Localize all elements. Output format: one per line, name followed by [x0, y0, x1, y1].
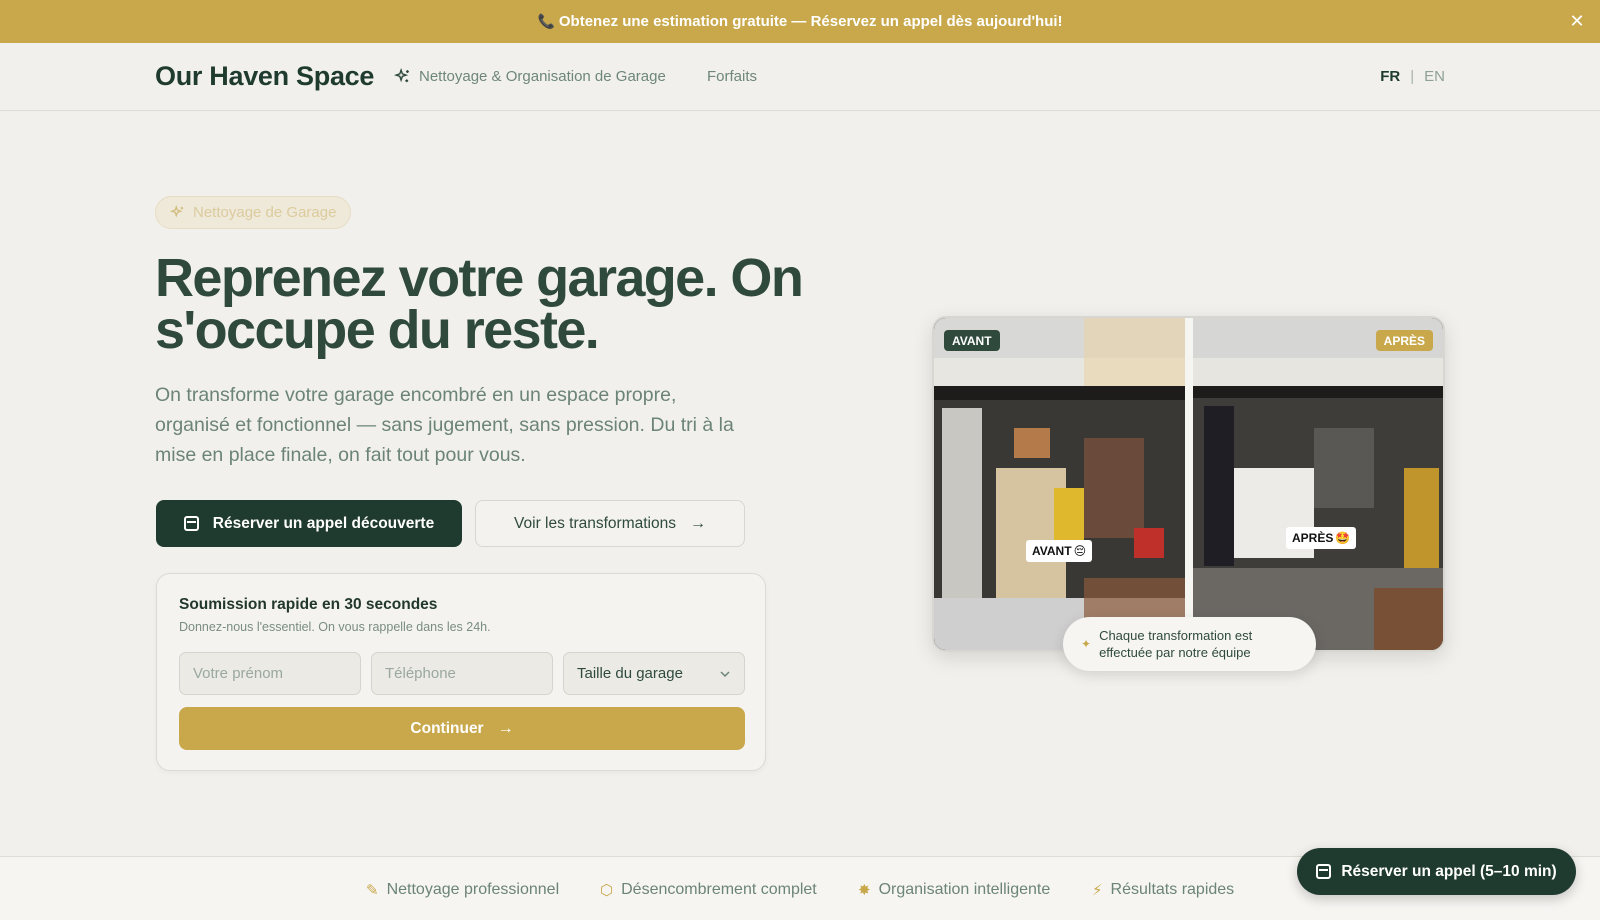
hero-headline: Reprenez votre garage. On s'occupe du re… [155, 248, 804, 360]
feature-label: Organisation intelligente [878, 881, 1051, 898]
arrow-right-icon: → [689, 514, 706, 532]
feature-item: ✸ Organisation intelligente [858, 881, 1050, 899]
banner-text: Obtenez une estimation gratuite — Réserv… [558, 13, 1063, 30]
hero-lead: On transforme votre garage encombré en u… [155, 384, 734, 466]
continue-button[interactable]: Continuer → [179, 707, 745, 750]
button-label: Réserver un appel (5–10 min) [1341, 862, 1557, 880]
phone-input[interactable] [385, 665, 539, 682]
calendar-icon [183, 516, 199, 531]
before-after-photo: AVANT APRÈS AVANT 😔 APRÈS 🤩 [932, 316, 1445, 652]
garage-photo-illustration [934, 318, 1443, 650]
brush-icon: ✎ [366, 882, 379, 899]
photo-caption: ✦ Chaque transformation est effectuée pa… [1063, 617, 1316, 671]
button-label: Continuer [410, 719, 484, 737]
hero-badge-label: Nettoyage de Garage [193, 204, 337, 221]
organize-icon: ✸ [858, 882, 871, 899]
after-sticker-label: APRÈS [1292, 531, 1334, 545]
main-nav: Our Haven Space Nettoyage & Organisation… [0, 43, 1600, 111]
quick-quote-card: Soumission rapide en 30 secondes Donnez-… [156, 573, 766, 771]
language-switcher: FR | EN [1380, 68, 1445, 85]
sparkle-icon [394, 68, 409, 83]
after-sticker: APRÈS 🤩 [1286, 527, 1357, 549]
nav-link-pricing[interactable]: Forfaits [707, 68, 757, 85]
happy-emoji-icon: 🤩 [1335, 531, 1351, 545]
logo[interactable]: Our Haven Space [155, 61, 374, 92]
phone-icon: 📞 [537, 13, 555, 29]
garage-size-select[interactable]: Taille du garage [563, 652, 745, 695]
after-tag: APRÈS [1375, 330, 1433, 351]
card-title: Soumission rapide en 30 secondes [179, 596, 438, 613]
feature-label: Nettoyage professionnel [386, 881, 560, 898]
feature-label: Résultats rapides [1110, 881, 1235, 898]
card-subtitle: Donnez-nous l'essentiel. On vous rappell… [179, 620, 491, 634]
lang-en[interactable]: EN [1424, 68, 1445, 85]
button-label: Voir les transformations [514, 514, 676, 532]
close-icon[interactable]: ✕ [1566, 10, 1588, 32]
announcement-banner: 📞 Obtenez une estimation gratuite — Rése… [0, 0, 1600, 43]
before-sticker-label: AVANT [1032, 544, 1072, 558]
sparkle-icon [170, 205, 184, 218]
lang-fr[interactable]: FR [1380, 68, 1400, 85]
before-sticker: AVANT 😔 [1026, 540, 1093, 562]
sad-emoji-icon: 😔 [1073, 544, 1087, 558]
garage-size-value: Taille du garage [577, 665, 683, 682]
feature-item: ⚡ Résultats rapides [1092, 881, 1234, 899]
first-name-field[interactable] [179, 652, 361, 695]
nav-link-garage-services[interactable]: Nettoyage & Organisation de Garage [394, 68, 666, 85]
lang-separator: | [1410, 68, 1415, 85]
feature-item: ⬡ Désencombrement complet [600, 881, 817, 899]
book-discovery-call-button[interactable]: Réserver un appel découverte [156, 500, 462, 547]
nav-link-label: Nettoyage & Organisation de Garage [419, 68, 666, 85]
arrow-right-icon: → [497, 719, 514, 737]
floating-book-call-button[interactable]: Réserver un appel (5–10 min) [1297, 848, 1576, 895]
calendar-icon [1316, 864, 1332, 879]
before-tag: AVANT [944, 330, 1000, 351]
hero-badge: Nettoyage de Garage [155, 196, 352, 229]
box-icon: ⬡ [600, 882, 614, 899]
phone-field[interactable] [371, 652, 553, 695]
photo-caption-text: Chaque transformation est effectuée par … [1099, 628, 1253, 660]
bolt-icon: ⚡ [1092, 882, 1103, 899]
nav-link-label: Forfaits [707, 68, 758, 85]
chevron-down-icon [720, 670, 730, 677]
first-name-input[interactable] [193, 665, 347, 682]
feature-label: Désencombrement complet [621, 881, 817, 898]
sparkle-icon: ✦ [1081, 636, 1092, 651]
feature-item: ✎ Nettoyage professionnel [366, 881, 559, 899]
view-transformations-button[interactable]: Voir les transformations → [475, 500, 745, 547]
button-label: Réserver un appel découverte [212, 514, 435, 532]
